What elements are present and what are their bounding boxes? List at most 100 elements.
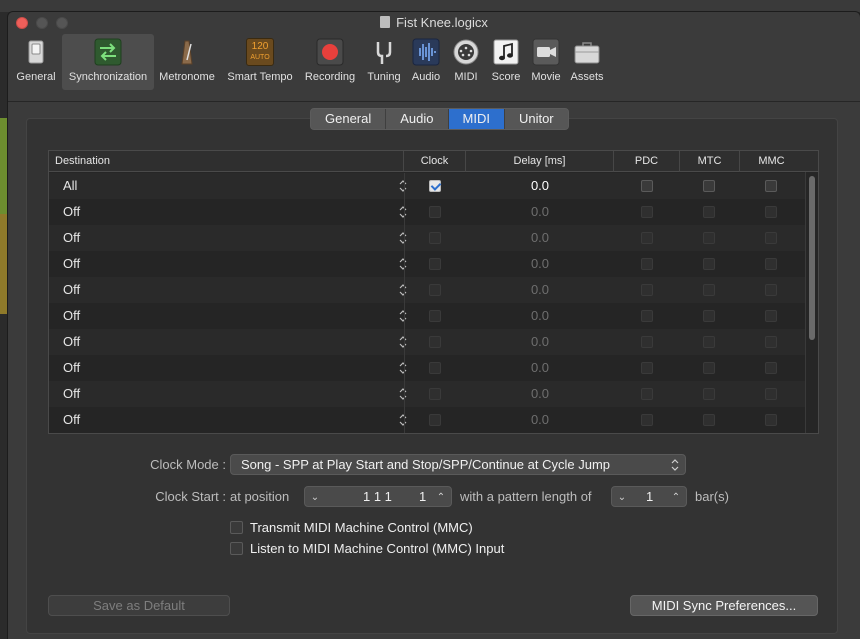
scrollbar-thumb[interactable] — [809, 176, 815, 340]
table-row[interactable]: Off 0.0 — [49, 277, 805, 303]
toolbar-score[interactable]: Score — [486, 34, 526, 90]
save-as-default-button[interactable]: Save as Default — [48, 595, 230, 616]
table-row[interactable]: Off 0.0 — [49, 329, 805, 355]
pdc-checkbox[interactable] — [641, 362, 653, 374]
header-pdc[interactable]: PDC — [614, 151, 680, 172]
position-stepper[interactable]: ⌄ 1 1 1 1 ⌃ — [304, 486, 452, 507]
tab-unitor[interactable]: Unitor — [505, 109, 568, 129]
tab-midi[interactable]: MIDI — [448, 109, 505, 129]
header-mtc[interactable]: MTC — [680, 151, 740, 172]
delay-field[interactable]: 0.0 — [466, 199, 614, 225]
destination-popup[interactable]: Off — [63, 199, 407, 225]
transmit-mmc-option[interactable]: Transmit MIDI Machine Control (MMC) — [230, 520, 473, 535]
minimize-button[interactable] — [36, 17, 48, 29]
pdc-checkbox[interactable] — [641, 258, 653, 270]
toolbar-audio[interactable]: Audio — [406, 34, 446, 90]
mmc-checkbox[interactable] — [765, 388, 777, 400]
destination-popup[interactable]: Off — [63, 225, 407, 251]
toolbar-recording[interactable]: Recording — [300, 34, 360, 90]
destination-popup[interactable]: Off — [63, 381, 407, 407]
toolbar-assets[interactable]: Assets — [566, 34, 608, 90]
transmit-mmc-checkbox[interactable] — [230, 521, 243, 534]
destination-popup[interactable]: All — [63, 173, 407, 199]
delay-field[interactable]: 0.0 — [466, 381, 614, 407]
table-row[interactable]: Off 0.0 — [49, 199, 805, 225]
destination-popup[interactable]: Off — [63, 303, 407, 329]
delay-field[interactable]: 0.0 — [466, 277, 614, 303]
listen-mmc-checkbox[interactable] — [230, 542, 243, 555]
mmc-checkbox[interactable] — [765, 206, 777, 218]
clock-checkbox[interactable] — [429, 310, 441, 322]
close-button[interactable] — [16, 17, 28, 29]
pdc-checkbox[interactable] — [641, 180, 653, 192]
clock-mode-popup[interactable]: Song - SPP at Play Start and Stop/SPP/Co… — [230, 454, 686, 475]
table-row[interactable]: Off 0.0 — [49, 225, 805, 251]
mmc-checkbox[interactable] — [765, 336, 777, 348]
delay-field[interactable]: 0.0 — [466, 355, 614, 381]
mtc-checkbox[interactable] — [703, 336, 715, 348]
toolbar-smart-tempo[interactable]: 120 AUTO Smart Tempo — [222, 34, 298, 90]
mtc-checkbox[interactable] — [703, 362, 715, 374]
pdc-checkbox[interactable] — [641, 414, 653, 426]
pdc-checkbox[interactable] — [641, 310, 653, 322]
mmc-checkbox[interactable] — [765, 180, 777, 192]
mmc-checkbox[interactable] — [765, 258, 777, 270]
chevron-up-icon[interactable]: ⌃ — [668, 488, 684, 506]
mtc-checkbox[interactable] — [703, 388, 715, 400]
mmc-checkbox[interactable] — [765, 414, 777, 426]
toolbar-midi[interactable]: MIDI — [448, 34, 484, 90]
clock-checkbox[interactable] — [429, 258, 441, 270]
clock-checkbox[interactable] — [429, 414, 441, 426]
table-row[interactable]: Off 0.0 — [49, 355, 805, 381]
table-row[interactable]: Off 0.0 — [49, 303, 805, 329]
clock-checkbox[interactable] — [429, 284, 441, 296]
clock-checkbox[interactable] — [429, 388, 441, 400]
toolbar-tuning[interactable]: Tuning — [362, 34, 406, 90]
table-row[interactable]: Off 0.0 — [49, 407, 805, 433]
delay-field[interactable]: 0.0 — [466, 173, 614, 199]
chevron-down-icon[interactable]: ⌄ — [614, 488, 630, 506]
header-mmc[interactable]: MMC — [740, 151, 803, 172]
mtc-checkbox[interactable] — [703, 310, 715, 322]
clock-checkbox[interactable] — [429, 232, 441, 244]
tab-audio[interactable]: Audio — [386, 109, 449, 129]
toolbar-general[interactable]: General — [10, 34, 62, 90]
destination-popup[interactable]: Off — [63, 329, 407, 355]
pattern-length-stepper[interactable]: ⌄ 1 ⌃ — [611, 486, 687, 507]
pdc-checkbox[interactable] — [641, 284, 653, 296]
tab-general[interactable]: General — [311, 109, 387, 129]
chevron-up-icon[interactable]: ⌃ — [433, 488, 449, 506]
destination-popup[interactable]: Off — [63, 407, 407, 433]
pdc-checkbox[interactable] — [641, 336, 653, 348]
pdc-checkbox[interactable] — [641, 388, 653, 400]
pdc-checkbox[interactable] — [641, 232, 653, 244]
listen-mmc-option[interactable]: Listen to MIDI Machine Control (MMC) Inp… — [230, 541, 504, 556]
delay-field[interactable]: 0.0 — [466, 303, 614, 329]
mtc-checkbox[interactable] — [703, 284, 715, 296]
mmc-checkbox[interactable] — [765, 362, 777, 374]
delay-field[interactable]: 0.0 — [466, 329, 614, 355]
mtc-checkbox[interactable] — [703, 180, 715, 192]
table-row[interactable]: Off 0.0 — [49, 251, 805, 277]
header-delay[interactable]: Delay [ms] — [466, 151, 614, 172]
mtc-checkbox[interactable] — [703, 232, 715, 244]
table-row[interactable]: Off 0.0 — [49, 381, 805, 407]
destination-popup[interactable]: Off — [63, 355, 407, 381]
destination-popup[interactable]: Off — [63, 277, 407, 303]
header-destination[interactable]: Destination — [49, 151, 404, 172]
delay-field[interactable]: 0.0 — [466, 251, 614, 277]
mmc-checkbox[interactable] — [765, 232, 777, 244]
destination-popup[interactable]: Off — [63, 251, 407, 277]
toolbar-synchronization[interactable]: Synchronization — [62, 34, 154, 90]
header-clock[interactable]: Clock — [404, 151, 466, 172]
clock-checkbox[interactable] — [429, 180, 441, 192]
midi-sync-preferences-button[interactable]: MIDI Sync Preferences... — [630, 595, 818, 616]
zoom-button[interactable] — [56, 17, 68, 29]
mtc-checkbox[interactable] — [703, 414, 715, 426]
toolbar-metronome[interactable]: Metronome — [156, 34, 218, 90]
mtc-checkbox[interactable] — [703, 258, 715, 270]
toolbar-movie[interactable]: Movie — [528, 34, 564, 90]
table-row[interactable]: All 0.0 — [49, 173, 805, 199]
pdc-checkbox[interactable] — [641, 206, 653, 218]
clock-checkbox[interactable] — [429, 336, 441, 348]
